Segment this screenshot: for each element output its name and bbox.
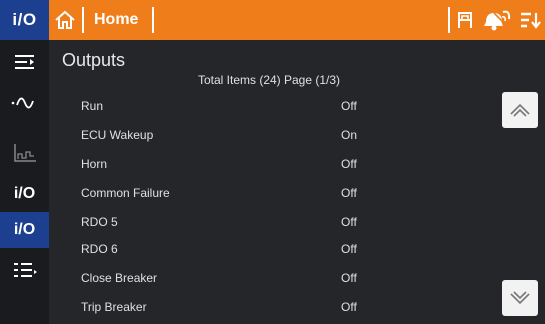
outputs-panel: Outputs Total Items (24) Page (1/3) Run … — [49, 40, 545, 324]
outputs-icon: i/O — [13, 221, 36, 238]
waveform-icon — [11, 97, 34, 109]
divider — [82, 7, 84, 33]
page-title: Home — [94, 11, 139, 28]
output-name: Close Breaker — [81, 271, 158, 285]
list-item: Run Off — [49, 92, 489, 120]
inputs-icon: i/O — [13, 185, 36, 202]
output-state: On — [341, 128, 358, 142]
output-name: RDO 6 — [81, 242, 118, 256]
output-state: Off — [341, 271, 357, 285]
sidebar-item-menu[interactable] — [0, 44, 49, 80]
chevron-up-icon — [510, 103, 530, 117]
brand-logo: i/O — [0, 0, 49, 40]
output-state: Off — [341, 99, 357, 113]
output-state: Off — [341, 242, 357, 256]
trend-chart-icon — [13, 144, 36, 162]
list-item: RDO 6 Off — [49, 235, 489, 263]
operator-icon — [458, 12, 472, 28]
output-name: Horn — [81, 157, 108, 171]
chevron-down-icon — [510, 291, 530, 305]
output-state: Off — [341, 215, 357, 229]
home-button[interactable] — [50, 0, 80, 40]
list-item: Common Failure Off — [49, 179, 489, 207]
scroll-up-button[interactable] — [502, 92, 538, 128]
output-name: Common Failure — [81, 186, 170, 200]
sort-icon — [520, 12, 541, 29]
output-state: Off — [341, 300, 357, 314]
divider — [152, 7, 154, 33]
output-state: Off — [341, 186, 357, 200]
output-name: Run — [81, 99, 104, 113]
list-item: RDO 5 Off — [49, 208, 489, 236]
page-info: Total Items (24) Page (1/3) — [197, 73, 341, 87]
home-icon — [55, 10, 75, 29]
top-bar: i/O Home — [0, 0, 545, 40]
sidebar-item-outputs[interactable]: i/O — [0, 212, 49, 248]
scroll-down-button[interactable] — [502, 280, 538, 316]
sidebar-item-list[interactable] — [0, 254, 49, 290]
output-state: Off — [341, 157, 357, 171]
list-item: Trip Breaker Off — [49, 293, 489, 321]
sidebar-item-waveform[interactable] — [0, 85, 49, 121]
divider — [448, 7, 450, 33]
list-menu-icon — [13, 263, 37, 277]
output-name: ECU Wakeup — [81, 128, 154, 142]
output-name: Trip Breaker — [81, 300, 147, 314]
sidebar-item-inputs[interactable]: i/O — [0, 176, 49, 212]
operator-button[interactable] — [452, 0, 478, 40]
output-name: RDO 5 — [81, 215, 118, 229]
alarm-icon — [484, 10, 511, 31]
list-item: Horn Off — [49, 150, 489, 178]
panel-title: Outputs — [62, 50, 126, 70]
menu-collapse-icon — [14, 55, 34, 69]
list-item: Close Breaker Off — [49, 264, 489, 292]
list-item: ECU Wakeup On — [49, 121, 489, 149]
sidebar-item-trend[interactable] — [0, 135, 49, 171]
sort-button[interactable] — [514, 0, 545, 40]
sidebar: i/O i/O — [0, 40, 49, 324]
alarm-button[interactable] — [480, 0, 514, 40]
